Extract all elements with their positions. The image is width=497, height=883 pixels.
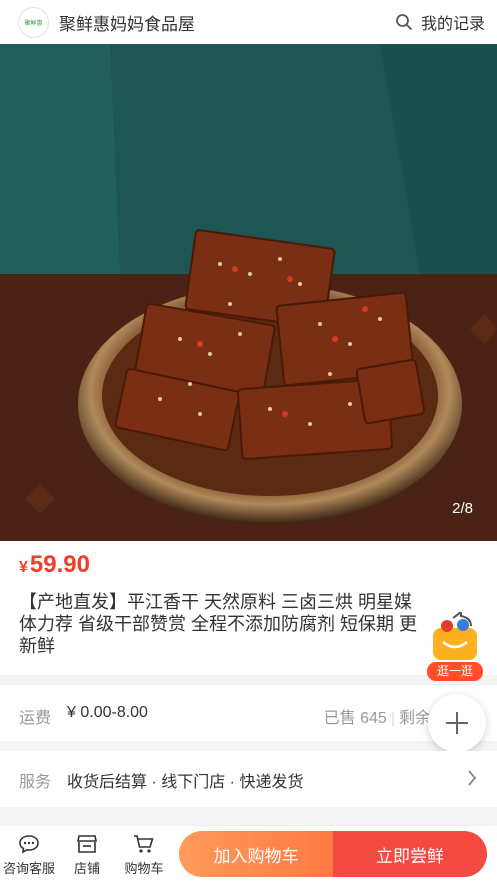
browse-label: 逛一逛 xyxy=(427,662,483,681)
shipping-label: 运费 xyxy=(19,710,52,727)
shipping-value: ¥ 0.00-8.00 xyxy=(67,704,148,721)
price-currency: ¥ xyxy=(19,559,28,576)
bottom-action-bar: 咨询客服 店铺 购物车 加入购物车 立即尝鲜 xyxy=(0,825,497,883)
product-title: 【产地直发】平江香干 天然原料 三卤三烘 明星媒体力荐 省级干部赞赏 全程不添加… xyxy=(19,592,418,656)
shipping-row: 运费 ¥ 0.00-8.00 已售 645 | 剩余 xyxy=(0,685,497,741)
gallery-page-indicator: 2/8 xyxy=(452,500,473,517)
my-records-link[interactable]: 我的记录 xyxy=(395,10,485,34)
browse-share-badge[interactable]: 逛一逛 xyxy=(423,612,487,688)
customer-service-label: 咨询客服 xyxy=(2,861,55,876)
stock-remaining: 剩余 xyxy=(398,710,431,727)
sales-stock: 已售 645 | 剩余 xyxy=(323,710,431,727)
my-records-label: 我的记录 xyxy=(420,16,485,33)
cart-button[interactable]: 购物车 xyxy=(115,834,173,877)
cart-label: 购物车 xyxy=(124,861,164,876)
store-button[interactable]: 店铺 xyxy=(58,834,116,877)
store-logo[interactable]: 聚鲜惠 xyxy=(18,6,49,38)
store-icon xyxy=(77,835,97,853)
service-label: 服务 xyxy=(19,774,52,791)
product-price: ¥59.90 xyxy=(19,551,90,579)
service-value: 收货后结算 · 线下门店 · 快递发货 xyxy=(67,774,304,791)
share-arrow-icon xyxy=(433,612,477,660)
store-label: 店铺 xyxy=(73,861,100,876)
chat-icon xyxy=(19,835,39,854)
customer-service-button[interactable]: 咨询客服 xyxy=(0,834,58,877)
add-to-cart-button[interactable]: 加入购物车 xyxy=(179,831,333,877)
top-header: 聚鲜惠 聚鲜惠妈妈食品屋 我的记录 xyxy=(0,0,497,44)
plus-icon xyxy=(446,712,468,734)
price-value: 59.90 xyxy=(29,551,90,578)
store-name[interactable]: 聚鲜惠妈妈食品屋 xyxy=(59,10,395,35)
service-row[interactable]: 服务 收货后结算 · 线下门店 · 快递发货 xyxy=(0,751,497,807)
buy-now-button[interactable]: 立即尝鲜 xyxy=(333,831,487,877)
product-image-gallery[interactable]: 2/8 xyxy=(0,44,497,541)
store-logo-text: 聚鲜惠 xyxy=(24,20,43,27)
chevron-right-icon xyxy=(468,770,477,786)
sold-count: 已售 645 xyxy=(323,710,387,727)
search-icon xyxy=(396,14,412,30)
plus-fab-button[interactable] xyxy=(428,694,486,752)
product-image xyxy=(0,44,497,541)
cart-icon xyxy=(134,835,154,853)
